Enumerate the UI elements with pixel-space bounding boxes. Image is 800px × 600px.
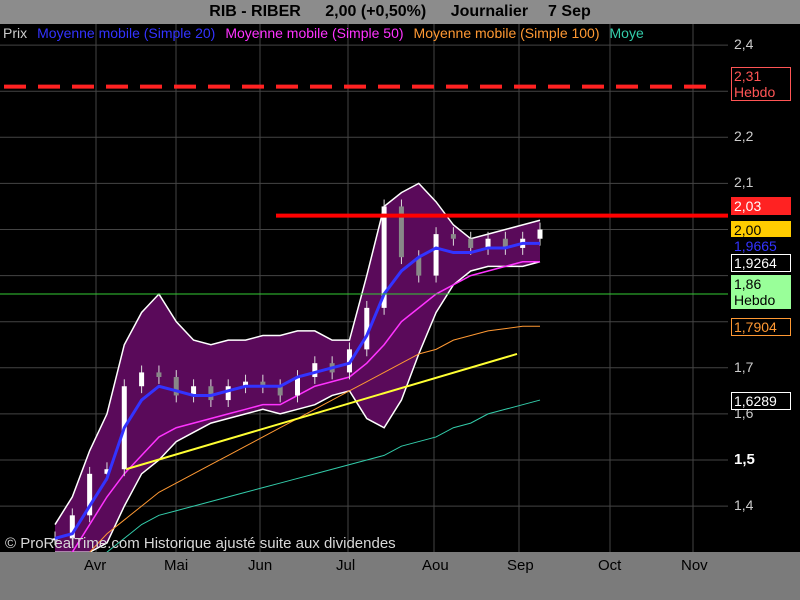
price-candle bbox=[156, 372, 162, 378]
price-tag: 1,7904 bbox=[731, 318, 791, 336]
price-tag-value: 1,6289 bbox=[734, 393, 777, 409]
y-tick-label: 2,1 bbox=[734, 174, 754, 191]
copyright-credit: © ProRealTime.com Historique ajusté suit… bbox=[5, 535, 396, 552]
price-tag-value: 1,9264 bbox=[734, 255, 777, 271]
y-tick-label: 1,7 bbox=[734, 358, 754, 375]
price-candle bbox=[139, 372, 145, 387]
x-tick-label: Sep bbox=[507, 557, 534, 574]
price-candle bbox=[225, 386, 231, 401]
chart-title: RIB - RIBER 2,00 (+0,50%) Journalier 7 Se… bbox=[0, 0, 800, 24]
price-candle bbox=[537, 229, 543, 239]
quote-label: 2,00 (+0,50%) bbox=[325, 3, 427, 20]
price-tag-value: 1,7904 bbox=[734, 319, 777, 335]
x-tick-label: Nov bbox=[681, 557, 708, 574]
x-tick-label: Aou bbox=[422, 557, 449, 574]
price-candle bbox=[208, 386, 214, 401]
price-tag: 1,9665 bbox=[731, 237, 791, 255]
price-tag: 1,86 Hebdo bbox=[731, 275, 791, 309]
x-tick-label: Jul bbox=[336, 557, 356, 574]
price-tag: 1,6289 bbox=[731, 392, 791, 410]
price-tag-value: 1,86 bbox=[734, 276, 762, 292]
y-tick-label: 1,5 bbox=[734, 451, 755, 468]
price-tag: 2,31 Hebdo bbox=[731, 67, 791, 101]
price-tag-period: Hebdo bbox=[734, 84, 776, 100]
x-tick-label: Jun bbox=[248, 557, 273, 574]
price-tag-value: 2,00 bbox=[734, 222, 762, 238]
legend-item: Moye bbox=[609, 25, 644, 41]
price-candle bbox=[295, 377, 300, 396]
price-chart[interactable] bbox=[0, 24, 728, 552]
price-tag: 2,03 bbox=[731, 197, 791, 215]
legend-item: Moyenne mobile (Simple 100) bbox=[413, 25, 600, 41]
price-tag-value: 2,31 bbox=[734, 68, 762, 84]
x-tick-label: Avr bbox=[84, 557, 107, 574]
period-label: Journalier bbox=[450, 3, 529, 20]
y-tick-label: 1,4 bbox=[734, 497, 754, 514]
y-tick-label: 2,2 bbox=[734, 128, 754, 145]
price-candle bbox=[450, 234, 456, 239]
price-tag-value: 1,9665 bbox=[734, 238, 777, 254]
price-candle bbox=[433, 234, 439, 276]
price-tag-period: Hebdo bbox=[734, 292, 776, 308]
date-label: 7 Sep bbox=[548, 3, 591, 20]
x-tick-label: Oct bbox=[598, 557, 622, 574]
legend-item: Prix bbox=[3, 25, 28, 41]
y-tick-label: 2,4 bbox=[734, 36, 754, 53]
legend-item: Moyenne mobile (Simple 50) bbox=[225, 25, 404, 41]
x-tick-label: Mai bbox=[164, 557, 189, 574]
legend-item: Moyenne mobile (Simple 20) bbox=[37, 25, 216, 41]
price-tag: 1,9264 bbox=[731, 254, 791, 272]
x-axis bbox=[0, 552, 800, 600]
price-candle bbox=[312, 363, 318, 378]
price-tag-value: 2,03 bbox=[734, 198, 762, 214]
legend: Prix Moyenne mobile (Simple 20) Moyenne mo… bbox=[3, 25, 725, 43]
symbol-label: RIB - RIBER bbox=[209, 3, 301, 20]
price-candle bbox=[468, 238, 474, 248]
